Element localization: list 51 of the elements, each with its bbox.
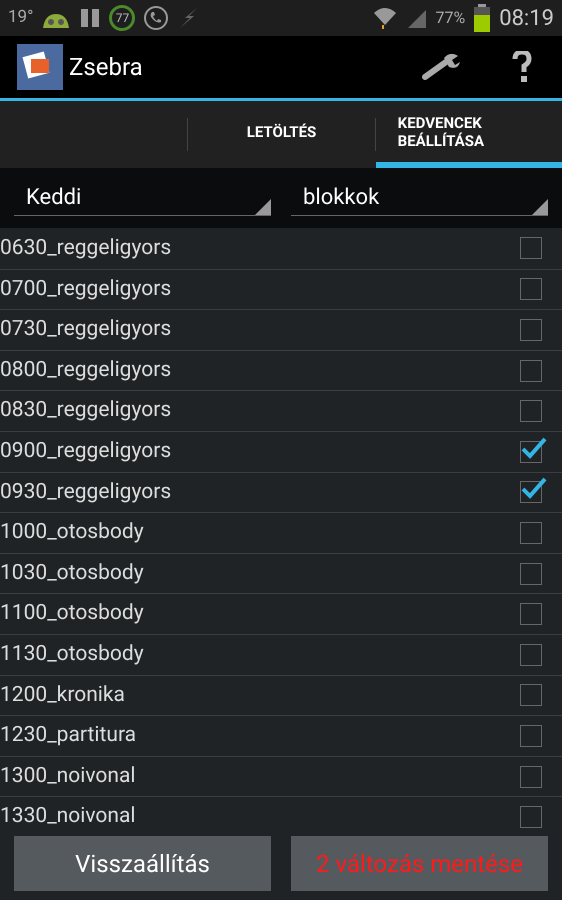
- temperature: 19°: [8, 6, 34, 30]
- dropdown[interactable]: Keddi: [14, 180, 271, 216]
- checkmark-icon: [521, 436, 547, 460]
- list-item-label: 0830_reggeligyors: [0, 397, 172, 424]
- phone-icon: [143, 5, 170, 31]
- list-item-label: 1330_noivonal: [0, 803, 136, 830]
- wrench-icon: [422, 52, 462, 82]
- tab[interactable]: KEDVENCEK BEÁLLÍTÁSA: [376, 101, 562, 168]
- list-item-label: 0900_reggeligyors: [0, 438, 172, 466]
- clock: 08:19: [499, 4, 554, 32]
- pause-icon: [79, 7, 102, 29]
- checkbox[interactable]: [520, 400, 542, 422]
- list-item-label: 0930_reggeligyors: [0, 478, 172, 506]
- list-item-label: 0630_reggeligyors: [0, 234, 172, 262]
- counter-badge: 77: [109, 5, 136, 31]
- checkbox[interactable]: [520, 684, 542, 706]
- list-item-label: 1030_otosbody: [0, 560, 144, 587]
- checkbox[interactable]: [520, 766, 542, 788]
- question-icon: [512, 51, 532, 83]
- list-item-label: 1300_noivonal: [0, 762, 136, 790]
- tab[interactable]: LETÖLTÉS: [188, 101, 375, 168]
- app-logo-icon: [17, 44, 63, 90]
- list-item-label: 0700_reggeligyors: [0, 276, 172, 303]
- help-button[interactable]: [512, 51, 532, 83]
- checkbox[interactable]: [520, 522, 542, 544]
- list-item-label: 1130_otosbody: [0, 640, 144, 668]
- list-item-label: 1100_otosbody: [0, 600, 144, 628]
- checkbox[interactable]: [520, 724, 542, 747]
- dropdown-corner-icon: [532, 199, 548, 215]
- list-item-label: 1200_kronika: [0, 682, 125, 709]
- wifi-icon: [372, 5, 398, 31]
- list-item-label: 1230_partitura: [0, 722, 136, 750]
- app-title: Zsebra: [69, 52, 144, 83]
- checkbox[interactable]: [520, 237, 542, 260]
- list-item-label: 0800_reggeligyors: [0, 356, 172, 384]
- checkmark-icon: [521, 476, 547, 500]
- battery-icon: [473, 4, 492, 32]
- dropdown[interactable]: blokkok: [291, 180, 548, 216]
- settings-button[interactable]: [422, 52, 462, 82]
- checkbox[interactable]: [520, 806, 542, 828]
- action-button[interactable]: Visszaállítás: [14, 836, 271, 891]
- checkbox[interactable]: [520, 360, 542, 382]
- checkbox[interactable]: [520, 603, 542, 626]
- list-item-label: 1000_otosbody: [0, 519, 144, 546]
- list-item-label: 0730_reggeligyors: [0, 316, 172, 344]
- battery-percent: 77%: [436, 7, 466, 29]
- checkbox[interactable]: [520, 318, 542, 341]
- checkbox[interactable]: [520, 562, 542, 585]
- dropdown-corner-icon: [255, 199, 271, 215]
- checkbox[interactable]: [520, 278, 542, 300]
- checkbox[interactable]: [520, 644, 542, 666]
